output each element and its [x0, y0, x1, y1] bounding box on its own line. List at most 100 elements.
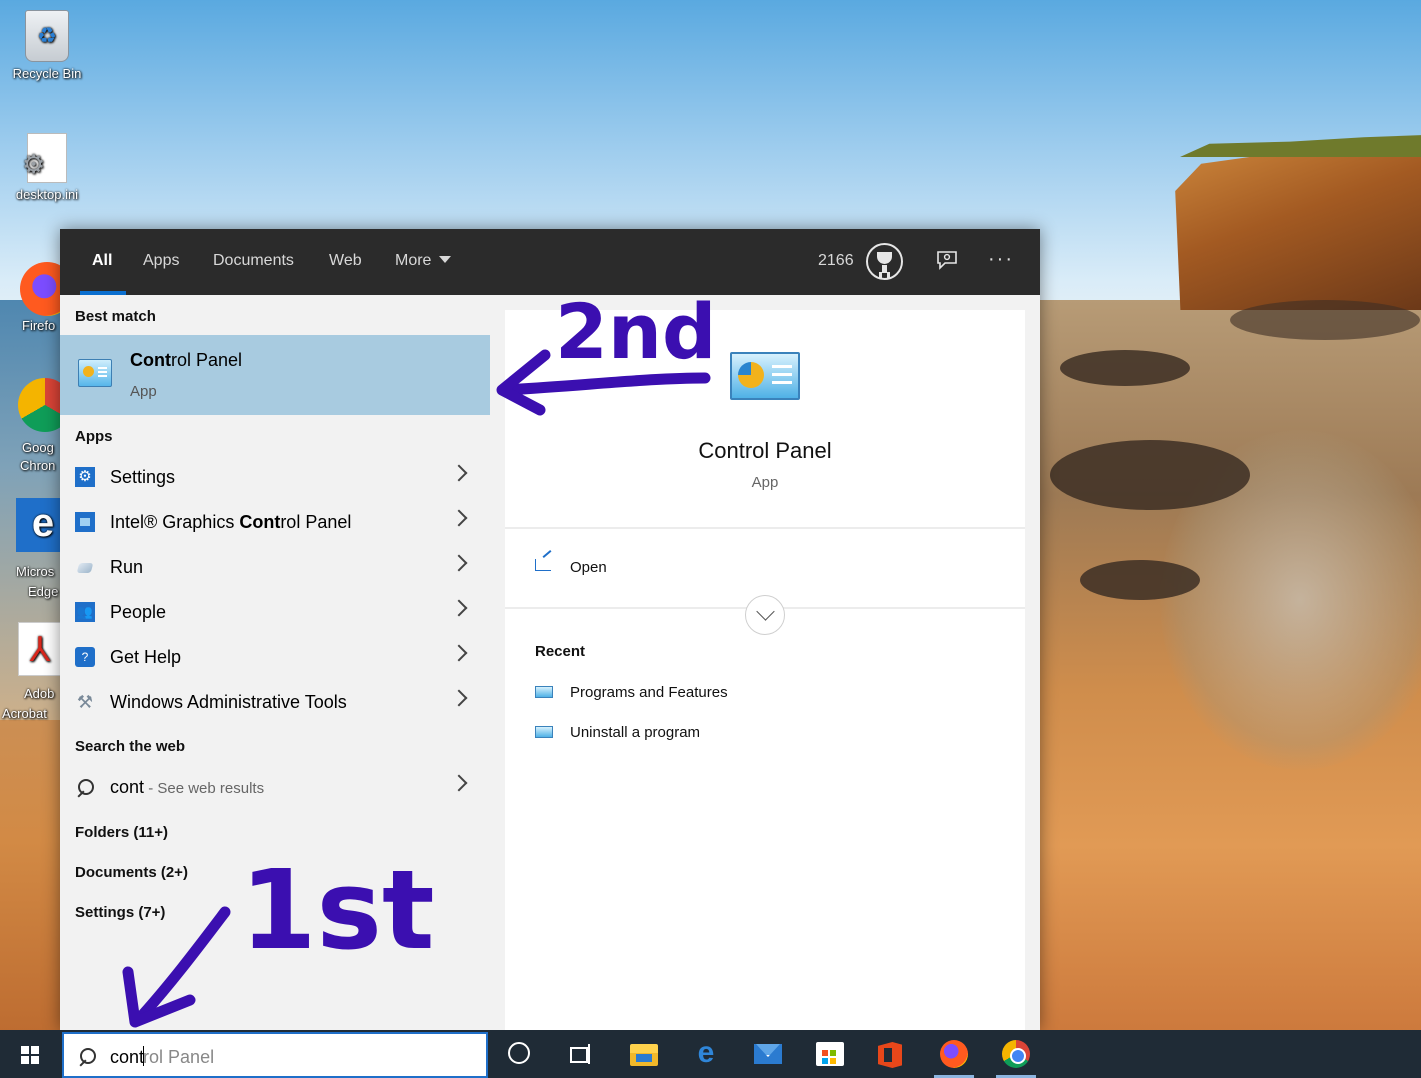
recycle-bin-icon [25, 10, 69, 62]
desktop-icon-label: Acrobat [2, 706, 47, 721]
recent-item[interactable]: Uninstall a program [535, 724, 835, 744]
chevron-right-icon[interactable] [450, 599, 468, 617]
app-result-people[interactable]: 👥 People [60, 590, 490, 635]
tab-more[interactable]: More [395, 229, 452, 295]
search-flyout: All Apps Documents Web More 2166 ··· Bes… [60, 229, 1040, 1030]
best-match-subtitle: App [130, 383, 157, 400]
desktop-icon-label: Adob [24, 686, 55, 701]
app-result-label: Get Help [110, 647, 182, 667]
more-options-icon[interactable]: ··· [988, 229, 1014, 289]
desktop-icon-recycle-bin[interactable]: Recycle Bin [2, 10, 92, 81]
chevron-right-icon[interactable] [450, 464, 468, 482]
preview-title: Control Panel [698, 438, 832, 463]
firefox-icon[interactable] [940, 1040, 968, 1068]
chevron-right-icon[interactable] [450, 509, 468, 527]
search-header: All Apps Documents Web More 2166 ··· [60, 229, 1040, 295]
wallpaper-rock [1050, 440, 1250, 510]
recent-item[interactable]: Programs and Features [535, 684, 835, 704]
caret-down-icon [439, 256, 452, 263]
app-result-intel-graphics[interactable]: Intel® Graphics Control Panel [60, 500, 490, 545]
control-panel-icon [78, 359, 112, 387]
preview-subtitle: App [751, 474, 779, 491]
best-match-result[interactable]: Control Panel App [60, 335, 490, 415]
search-web-heading: Search the web [75, 738, 186, 755]
chevron-right-icon[interactable] [450, 689, 468, 707]
best-match-heading: Best match [75, 308, 156, 325]
tab-web[interactable]: Web [329, 229, 362, 295]
category-documents[interactable]: Documents (2+) [75, 864, 188, 881]
tab-more-label: More [395, 252, 432, 269]
app-result-run[interactable]: Run [60, 545, 490, 590]
recent-heading: Recent [535, 643, 586, 660]
search-icon [78, 1048, 96, 1066]
office-icon[interactable] [878, 1042, 902, 1068]
help-icon: ? [75, 647, 95, 667]
desktop-icon-label: Firefo [22, 318, 56, 333]
app-result-settings[interactable]: ⚙ Settings [60, 455, 490, 500]
file-explorer-icon[interactable] [630, 1044, 658, 1066]
store-icon[interactable] [816, 1042, 844, 1066]
admin-tools-icon: ⚒ [76, 692, 94, 712]
match-highlight: Cont [130, 350, 171, 370]
wallpaper-rock [1060, 350, 1190, 386]
desktop-icon-label: Goog [22, 440, 54, 455]
preview-pane: Control Panel App Open Recent Programs a… [505, 310, 1025, 1030]
desktop-icon-desktop-ini[interactable]: desktop.ini [2, 133, 92, 202]
preview-header: Control Panel App [505, 310, 1025, 529]
settings-file-icon [22, 133, 67, 183]
control-panel-icon [535, 726, 553, 738]
taskbar-search-input[interactable]: control Panel [62, 1032, 488, 1078]
open-label: Open [570, 559, 607, 576]
cortana-icon[interactable] [508, 1042, 530, 1064]
category-settings[interactable]: Settings (7+) [75, 904, 165, 921]
app-result-admin-tools[interactable]: ⚒ Windows Administrative Tools [60, 680, 490, 725]
web-search-result[interactable]: cont - See web results [60, 765, 490, 810]
taskbar: control Panel e [0, 1030, 1421, 1078]
wallpaper-cliff-grass [1180, 135, 1421, 157]
intel-graphics-icon [75, 512, 95, 532]
category-folders[interactable]: Folders (11+) [75, 824, 168, 841]
search-icon [76, 779, 94, 797]
windows-start-icon[interactable] [0, 1030, 60, 1078]
title-rest: ol Panel [176, 350, 243, 370]
app-result-label: People [110, 602, 167, 622]
tab-all[interactable]: All [79, 229, 128, 295]
results-list: Best match Control Panel App Apps ⚙ Sett… [60, 295, 490, 1030]
task-view-icon[interactable] [568, 1044, 592, 1064]
app-result-get-help[interactable]: ? Get Help [60, 635, 490, 680]
recent-item-label: Uninstall a program [570, 724, 701, 741]
tab-apps[interactable]: Apps [143, 229, 179, 295]
rewards-points: 2166 [818, 252, 854, 269]
desktop-icon-label: desktop.ini [15, 187, 79, 202]
chevron-right-icon[interactable] [450, 774, 468, 792]
app-result-label: Windows Administrative Tools [110, 692, 347, 712]
control-panel-icon [535, 686, 553, 698]
gear-icon: ⚙ [75, 467, 95, 487]
wallpaper-rock [1080, 560, 1200, 600]
desktop-icon-label: Chron [20, 458, 56, 473]
mail-icon[interactable] [754, 1044, 782, 1064]
web-search-label: cont - See web results [110, 777, 265, 797]
recent-item-label: Programs and Features [570, 684, 728, 701]
wallpaper-cliff [1175, 140, 1421, 310]
expand-chevron-icon[interactable] [745, 595, 785, 635]
open-icon [535, 559, 551, 571]
app-result-label: Settings [110, 467, 176, 487]
app-result-label: Run [110, 557, 144, 577]
desktop-icon-label: Edge [28, 584, 59, 599]
apps-heading: Apps [75, 428, 113, 445]
desktop-icon-label: Micros [16, 564, 55, 579]
tab-documents[interactable]: Documents [213, 229, 294, 295]
chrome-icon[interactable] [1002, 1040, 1030, 1068]
edge-icon[interactable]: e [692, 1038, 720, 1068]
chevron-right-icon[interactable] [450, 554, 468, 572]
trophy-icon[interactable] [866, 243, 903, 280]
control-panel-icon [730, 352, 800, 400]
best-match-title: Control Panel [130, 350, 242, 371]
chevron-right-icon[interactable] [450, 644, 468, 662]
desktop-icon-label: Recycle Bin [12, 66, 82, 81]
feedback-icon[interactable] [936, 250, 958, 270]
people-icon: 👥 [75, 602, 95, 622]
run-icon [76, 563, 94, 573]
app-result-label: Intel® Graphics Control Panel [110, 512, 352, 532]
